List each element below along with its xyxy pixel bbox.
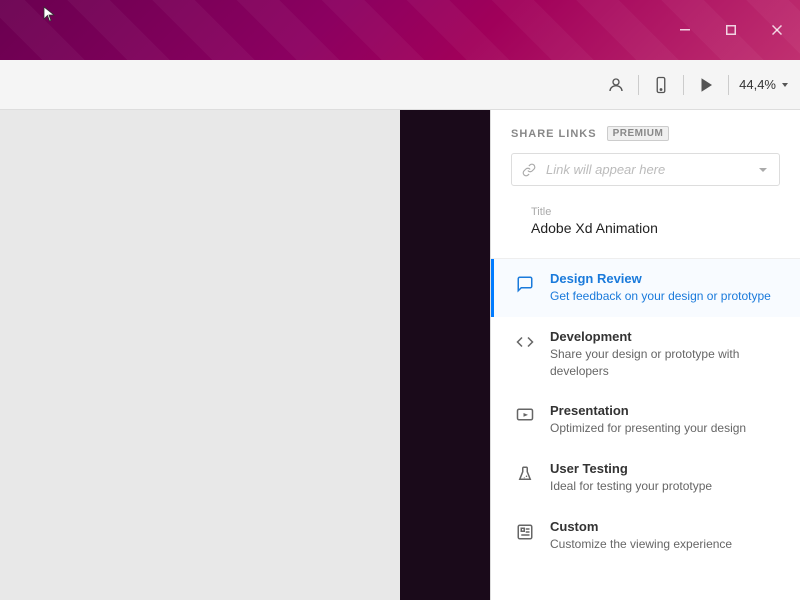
toolbar-divider-1 [638, 75, 639, 95]
zoom-label: 44,4% [739, 77, 776, 92]
option-title-user-testing: User Testing [550, 461, 780, 476]
zoom-control[interactable]: 44,4% [739, 77, 790, 92]
top-toolbar: 44,4% [0, 60, 800, 110]
share-links-label: SHARE LINKS [511, 128, 597, 140]
option-item-design-review[interactable]: Design Review Get feedback on your desig… [491, 259, 800, 317]
option-desc-presentation: Optimized for presenting your design [550, 420, 780, 437]
canvas-area [0, 110, 400, 600]
maximize-button[interactable] [708, 15, 754, 45]
title-section: Title Adobe Xd Animation [511, 198, 780, 248]
option-desc-development: Share your design or prototype with deve… [550, 346, 780, 380]
play-icon [514, 405, 536, 427]
share-header: SHARE LINKS PREMIUM Link will appear her… [491, 110, 800, 259]
option-item-presentation[interactable]: Presentation Optimized for presenting yo… [491, 391, 800, 449]
play-icon[interactable] [694, 73, 718, 97]
options-list: Design Review Get feedback on your desig… [491, 259, 800, 565]
profile-icon[interactable] [604, 73, 628, 97]
option-content-presentation: Presentation Optimized for presenting yo… [550, 403, 780, 437]
option-content-custom: Custom Customize the viewing experience [550, 519, 780, 553]
flask-icon [514, 463, 536, 485]
toolbar-divider-3 [728, 75, 729, 95]
option-title-custom: Custom [550, 519, 780, 534]
option-item-custom[interactable]: Custom Customize the viewing experience [491, 507, 800, 565]
link-row[interactable]: Link will appear here [511, 153, 780, 186]
option-content-user-testing: User Testing Ideal for testing your prot… [550, 461, 780, 495]
option-title-presentation: Presentation [550, 403, 780, 418]
premium-badge: PREMIUM [607, 126, 670, 141]
option-desc-custom: Customize the viewing experience [550, 536, 780, 553]
zoom-caret-icon [780, 80, 790, 90]
link-icon [512, 155, 546, 185]
title-label: Title [531, 206, 760, 218]
option-item-development[interactable]: Development Share your design or prototy… [491, 317, 800, 392]
link-placeholder-text: Link will appear here [546, 154, 747, 185]
mouse-cursor [42, 5, 60, 23]
window-controls [662, 0, 800, 60]
option-title-design-review: Design Review [550, 271, 780, 286]
option-content-design-review: Design Review Get feedback on your desig… [550, 271, 780, 305]
option-item-user-testing[interactable]: User Testing Ideal for testing your prot… [491, 449, 800, 507]
share-title-row: SHARE LINKS PREMIUM [511, 126, 780, 141]
custom-icon [514, 521, 536, 543]
title-value: Adobe Xd Animation [531, 220, 760, 236]
option-desc-design-review: Get feedback on your design or prototype [550, 288, 780, 305]
share-panel: SHARE LINKS PREMIUM Link will appear her… [490, 110, 800, 600]
comment-icon [514, 273, 536, 295]
link-dropdown-button[interactable] [747, 156, 779, 184]
option-desc-user-testing: Ideal for testing your prototype [550, 478, 780, 495]
device-icon[interactable] [649, 73, 673, 97]
toolbar-divider-2 [683, 75, 684, 95]
option-title-development: Development [550, 329, 780, 344]
minimize-button[interactable] [662, 15, 708, 45]
option-content-development: Development Share your design or prototy… [550, 329, 780, 380]
code-icon [514, 331, 536, 353]
close-button[interactable] [754, 15, 800, 45]
